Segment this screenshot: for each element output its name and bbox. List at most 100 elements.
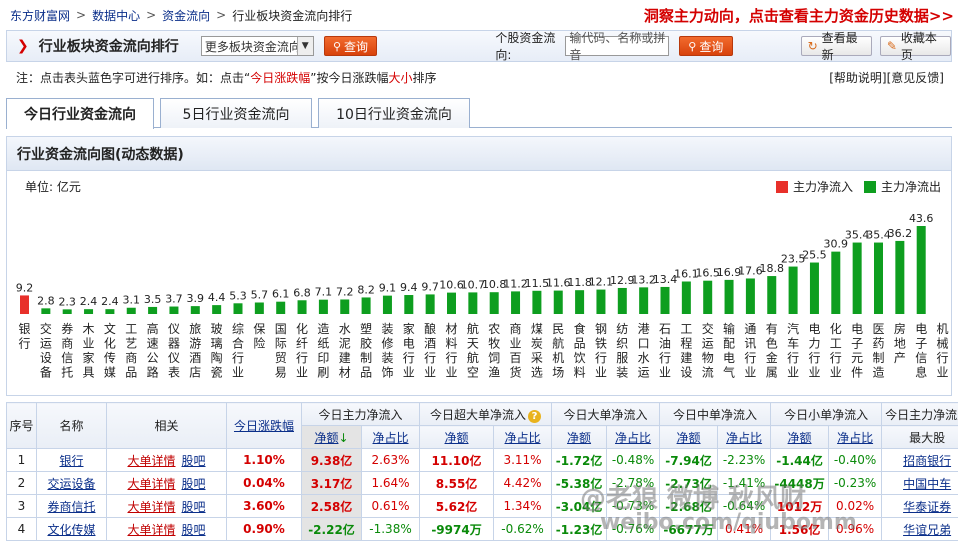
- row-related: 大单详情 股吧: [106, 448, 227, 472]
- row-forum-link[interactable]: 股吧: [182, 500, 206, 514]
- chart-bar: [84, 309, 94, 314]
- row-super-ratio-cell: -0.62%: [493, 517, 553, 541]
- chart-value-label: 3.1: [123, 294, 141, 307]
- chart-value-label: 9.1: [379, 282, 397, 295]
- row-top-stock-link[interactable]: 招商银行: [903, 454, 951, 468]
- feedback-link[interactable]: [意见反馈]: [887, 71, 944, 85]
- tab-today[interactable]: 今日行业资金流向: [6, 98, 154, 129]
- query-button[interactable]: ⚲ 查询: [323, 36, 378, 56]
- row-sector-name-link[interactable]: 交运设备: [47, 477, 95, 491]
- row-main-amount: -2.22亿: [308, 522, 355, 537]
- row-sector-name-link[interactable]: 银行: [59, 454, 83, 468]
- row-small-amount-cell: -1.44亿: [770, 448, 830, 472]
- chart-category-label: 输配电气: [723, 321, 735, 380]
- chart-bar: [724, 279, 734, 314]
- breadcrumb-data-center[interactable]: 数据中心: [92, 7, 140, 24]
- tab-5day[interactable]: 5日行业资金流向: [160, 98, 312, 128]
- header-super-ratio-sort[interactable]: 净占比: [505, 431, 541, 445]
- row-large-ratio-cell: -0.73%: [606, 494, 661, 518]
- stock-query-button[interactable]: ⚲ 查询: [679, 36, 733, 56]
- stock-search-input[interactable]: 输代码、名称或拼音: [565, 31, 669, 62]
- chart-value-label: 3.9: [187, 292, 205, 305]
- breadcrumb-fund-flow[interactable]: 资金流向: [162, 7, 210, 24]
- chart-panel: 行业资金流向图(动态数据) 单位: 亿元 主力净流入 主力净流出 9.2 2.8 2…: [6, 136, 952, 396]
- chart-category-label: 农牧饲渔: [488, 322, 500, 380]
- header-super-amount-sort[interactable]: 净额: [445, 431, 469, 445]
- sort-note: 注：点击表头蓝色字可进行排序。如：点击“ 今日涨跌幅 ”按今日涨跌幅 大小 排序 [帮助…: [6, 67, 952, 87]
- row-sector-name-link[interactable]: 券商信托: [47, 500, 95, 514]
- chart-category-label: 交运物流: [702, 321, 714, 380]
- chart-bar: [916, 226, 926, 314]
- row-change-cell: 1.10%: [226, 448, 302, 472]
- row-super-amount-cell: -9974万: [419, 517, 495, 541]
- row-super-ratio: 3.11%: [503, 453, 542, 467]
- row-change: 3.60%: [243, 499, 285, 513]
- row-main-amount: 9.38亿: [310, 453, 353, 468]
- chart-bar: [318, 299, 328, 314]
- header-medium-amount-sort[interactable]: 净额: [677, 431, 701, 445]
- chart-category-label: 机械行业: [937, 322, 949, 380]
- row-super-ratio: -0.62%: [501, 522, 544, 536]
- tab-10day[interactable]: 10日行业资金流向: [318, 98, 470, 128]
- header-medium-ratio-sort[interactable]: 净占比: [726, 431, 762, 445]
- row-related: 大单详情 股吧: [106, 494, 227, 518]
- breadcrumb-home[interactable]: 东方财富网: [10, 7, 70, 24]
- chart-value-label: 36.2: [888, 227, 913, 240]
- row-forum-link[interactable]: 股吧: [182, 454, 206, 468]
- row-top-stock-link-cell: 华泰证券: [881, 494, 958, 518]
- chart-bar: [169, 306, 179, 314]
- breadcrumb-separator: >: [146, 8, 157, 22]
- header-small-ratio-sort[interactable]: 净占比: [837, 431, 873, 445]
- row-medium-ratio: -2.23%: [722, 453, 766, 467]
- row-detail-link[interactable]: 大单详情: [127, 454, 175, 468]
- header-change-sort[interactable]: 今日涨跌幅: [234, 419, 294, 433]
- note-highlight-change: 今日涨跌幅: [250, 70, 311, 85]
- header-main-inflow: 今日主力净流入: [300, 402, 421, 426]
- bookmark-button[interactable]: ✎ 收藏本页: [879, 31, 952, 62]
- row-detail-link[interactable]: 大单详情: [127, 523, 175, 537]
- chevron-down-icon[interactable]: ▼: [296, 37, 313, 55]
- row-medium-ratio-cell: 0.41%: [717, 517, 772, 541]
- row-top-stock-link[interactable]: 华谊兄弟: [903, 523, 951, 537]
- sector-select[interactable]: 更多板块资金流向 ▼: [200, 36, 314, 56]
- row-top-stock-link[interactable]: 中国中车: [903, 477, 951, 491]
- header-main-amount-sort[interactable]: 净额: [314, 431, 338, 445]
- chart-bar: [660, 286, 670, 314]
- row-sector-name-link[interactable]: 文化传媒: [47, 523, 95, 537]
- header-medium-inflow: 今日中单净流入: [659, 402, 772, 426]
- header-main-ratio-sort[interactable]: 净占比: [373, 431, 409, 445]
- chart-category-label: 医药制造: [872, 322, 884, 380]
- chart-bar: [639, 287, 649, 314]
- row-small-ratio-cell: -0.40%: [828, 448, 883, 472]
- chart-category-label: 装修装饰: [381, 322, 393, 380]
- chart-bar: [41, 308, 51, 314]
- refresh-button[interactable]: ↻ 查看最新: [800, 31, 872, 62]
- row-large-ratio-cell: -0.76%: [606, 517, 661, 541]
- row-large-ratio: -0.76%: [611, 522, 655, 536]
- row-detail-link[interactable]: 大单详情: [127, 500, 175, 514]
- chart-bar: [596, 289, 606, 314]
- query-button-label: 查询: [344, 39, 369, 54]
- help-link[interactable]: [帮助说明]: [829, 71, 886, 85]
- chart-bar: [20, 295, 29, 314]
- row-large-ratio-cell: -0.48%: [606, 448, 661, 472]
- row-large-amount-cell: -3.04亿: [551, 494, 608, 518]
- promo-link[interactable]: 洞察主力动向，点击查看主力资金历史数据>>: [644, 5, 954, 26]
- chart-bar: [468, 292, 478, 314]
- chart-category-label: 化纤行业: [296, 322, 308, 380]
- search-icon: ⚲: [688, 39, 697, 53]
- header-small-amount-sort[interactable]: 净额: [788, 431, 812, 445]
- table-row: 3 券商信托 大单详情 股吧 3.60% 2.58亿 0.61% 5.62亿 1.34% -3.0…: [6, 494, 958, 518]
- row-main-ratio-cell: 0.61%: [360, 494, 421, 518]
- chart-value-label: 43.6: [909, 212, 934, 225]
- row-super-ratio-cell: 1.34%: [493, 494, 553, 518]
- row-detail-link[interactable]: 大单详情: [127, 477, 175, 491]
- row-forum-link[interactable]: 股吧: [182, 477, 206, 491]
- header-large-amount-sort[interactable]: 净额: [567, 431, 591, 445]
- help-icon[interactable]: ?: [528, 409, 542, 423]
- row-sector-name-link-cell: 文化传媒: [36, 517, 107, 541]
- row-super-amount: 5.62亿: [435, 499, 478, 514]
- header-large-ratio-sort[interactable]: 净占比: [615, 431, 651, 445]
- row-top-stock-link[interactable]: 华泰证券: [903, 500, 951, 514]
- row-forum-link[interactable]: 股吧: [182, 523, 206, 537]
